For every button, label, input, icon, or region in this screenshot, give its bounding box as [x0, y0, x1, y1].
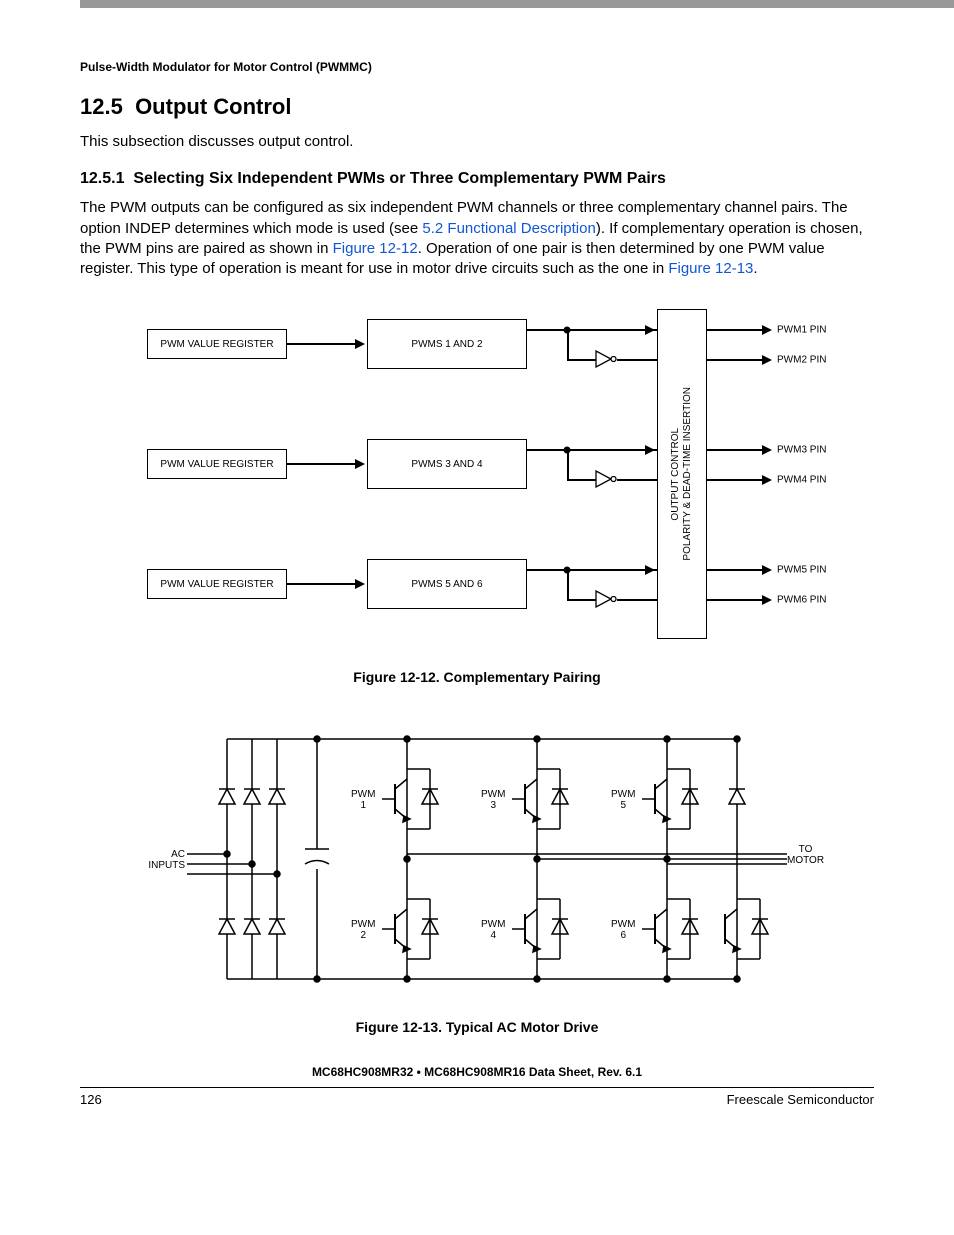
wire [707, 449, 767, 451]
wire [287, 583, 357, 585]
figure-12-13: AC INPUTS TO MOTOR PWM 1 PWM 2 PWM 3 PWM… [127, 709, 827, 1009]
figure-12-13-caption: Figure 12-13. Typical AC Motor Drive [80, 1019, 874, 1035]
footer-row: 126 Freescale Semiconductor [80, 1087, 874, 1107]
arrow-icon [645, 325, 655, 335]
figure-12-12: OUTPUT CONTROL POLARITY & DEAD-TIME INSE… [97, 299, 857, 659]
reg-label: PWM VALUE REGISTER [160, 579, 273, 590]
reg-label: PWM VALUE REGISTER [160, 459, 273, 470]
pwm5-pin-label: PWM5 PIN [777, 565, 826, 576]
arrow-icon [762, 445, 772, 455]
pwm1-label: PWM 1 [351, 789, 375, 811]
wire [707, 479, 767, 481]
vendor-name: Freescale Semiconductor [727, 1092, 874, 1107]
subsection-number: 12.5.1 [80, 170, 124, 187]
pwm2-label: PWM 2 [351, 919, 375, 941]
page: Pulse-Width Modulator for Motor Control … [0, 20, 954, 1137]
pwms-1-2-block: PWMS 1 AND 2 [367, 319, 527, 369]
arrow-icon [762, 595, 772, 605]
pwm-value-register-2: PWM VALUE REGISTER [147, 449, 287, 479]
pair-label: PWMS 5 AND 6 [411, 579, 482, 590]
wire [567, 599, 597, 601]
intro-text: This subsection discusses output control… [80, 132, 874, 152]
pwm2-pin-label: PWM2 PIN [777, 355, 826, 366]
arrow-icon [762, 355, 772, 365]
wire [707, 359, 767, 361]
running-header: Pulse-Width Modulator for Motor Control … [80, 60, 874, 74]
wire [567, 449, 569, 479]
page-number: 126 [80, 1092, 102, 1107]
wire [617, 599, 657, 601]
pwm4-label: PWM 4 [481, 919, 505, 941]
subsection-title: Selecting Six Independent PWMs or Three … [133, 170, 666, 187]
out-ctrl-line1: OUTPUT CONTROL [670, 428, 681, 521]
wire [527, 569, 657, 571]
pwm6-label: PWM 6 [611, 919, 635, 941]
reg-label: PWM VALUE REGISTER [160, 339, 273, 350]
paragraph-1: The PWM outputs can be configured as six… [80, 198, 874, 279]
arrow-icon [355, 579, 365, 589]
pwm-value-register-3: PWM VALUE REGISTER [147, 569, 287, 599]
arrow-icon [645, 565, 655, 575]
inverter-icon [595, 470, 617, 488]
arrow-icon [355, 459, 365, 469]
out-ctrl-line2: POLARITY & DEAD-TIME INSERTION [682, 387, 693, 561]
arrow-icon [762, 565, 772, 575]
pwm1-pin-label: PWM1 PIN [777, 325, 826, 336]
section-heading: 12.5 Output Control [80, 94, 874, 120]
wire [527, 329, 657, 331]
arrow-icon [762, 475, 772, 485]
inverter-icon [595, 350, 617, 368]
wire [287, 343, 357, 345]
wire [527, 449, 657, 451]
link-figure-12-12[interactable]: Figure 12-12 [333, 240, 418, 257]
wire [567, 479, 597, 481]
pwm6-pin-label: PWM6 PIN [777, 595, 826, 606]
pair-label: PWMS 1 AND 2 [411, 339, 482, 350]
pwm5-label: PWM 5 [611, 789, 635, 811]
header-rule [80, 0, 954, 8]
ac-inputs-label: AC INPUTS [145, 849, 185, 871]
pwm3-label: PWM 3 [481, 789, 505, 811]
text-run: . [753, 260, 757, 277]
pair-label: PWMS 3 AND 4 [411, 459, 482, 470]
pwm4-pin-label: PWM4 PIN [777, 475, 826, 486]
link-functional-description[interactable]: 5.2 Functional Description [422, 220, 595, 237]
wire [567, 359, 597, 361]
wire [707, 599, 767, 601]
inverter-icon [595, 590, 617, 608]
to-motor-label: TO MOTOR [787, 844, 824, 866]
section-title: Output Control [135, 94, 291, 119]
subsection-heading: 12.5.1 Selecting Six Independent PWMs or… [80, 170, 874, 188]
arrow-icon [355, 339, 365, 349]
pwm-value-register-1: PWM VALUE REGISTER [147, 329, 287, 359]
output-control-block: OUTPUT CONTROL POLARITY & DEAD-TIME INSE… [657, 309, 707, 639]
wire [617, 359, 657, 361]
wire [617, 479, 657, 481]
figure-12-12-caption: Figure 12-12. Complementary Pairing [80, 669, 874, 685]
pwms-3-4-block: PWMS 3 AND 4 [367, 439, 527, 489]
section-number: 12.5 [80, 94, 123, 119]
schematic-svg [127, 709, 827, 1009]
footer-doc-title: MC68HC908MR32 • MC68HC908MR16 Data Sheet… [80, 1065, 874, 1079]
wire [707, 329, 767, 331]
output-control-label: OUTPUT CONTROL POLARITY & DEAD-TIME INSE… [670, 387, 694, 561]
pwm3-pin-label: PWM3 PIN [777, 445, 826, 456]
wire [707, 569, 767, 571]
arrow-icon [645, 445, 655, 455]
wire [287, 463, 357, 465]
arrow-icon [762, 325, 772, 335]
link-figure-12-13[interactable]: Figure 12-13 [668, 260, 753, 277]
pwms-5-6-block: PWMS 5 AND 6 [367, 559, 527, 609]
wire [567, 329, 569, 359]
wire [567, 569, 569, 599]
